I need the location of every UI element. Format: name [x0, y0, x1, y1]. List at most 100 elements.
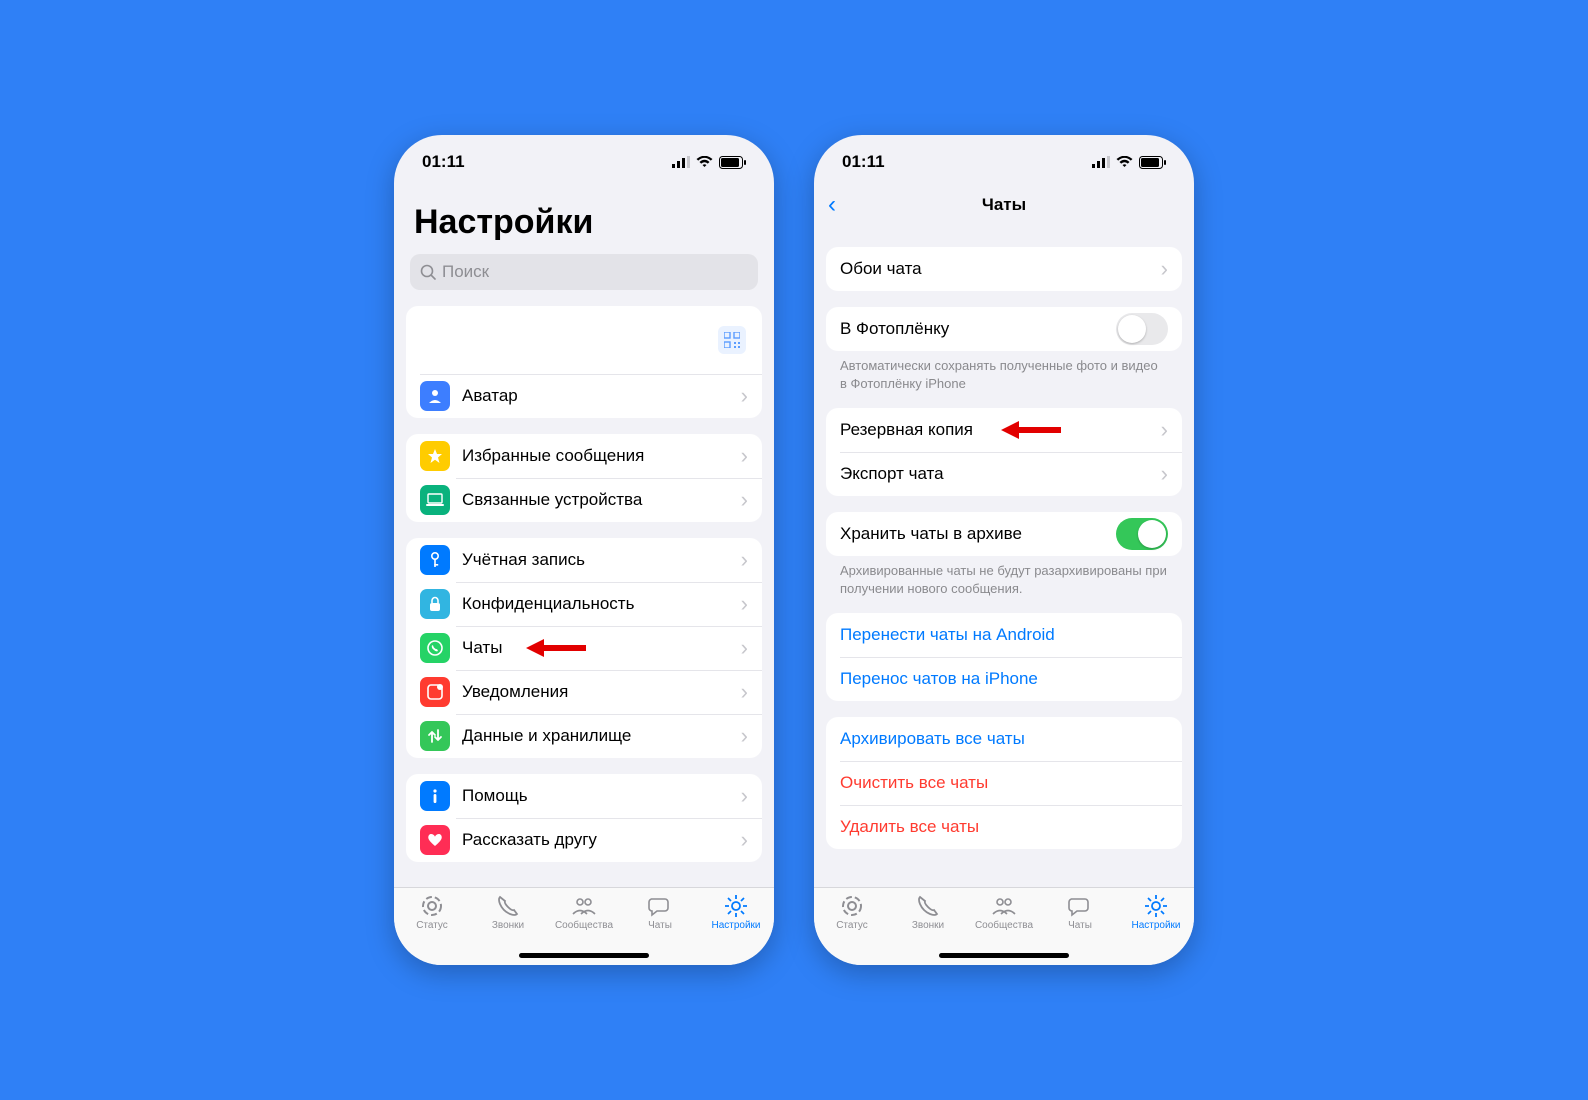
- row-avatar[interactable]: Аватар ›: [406, 374, 762, 418]
- chats-content: Обои чата › В Фотоплёнку Автоматически с…: [814, 227, 1194, 887]
- row-label: Перенос чатов на iPhone: [840, 669, 1168, 689]
- status-bar: 01:11: [394, 135, 774, 183]
- chevron-right-icon: ›: [741, 443, 748, 469]
- row-label: Архивировать все чаты: [840, 729, 1168, 749]
- group-transfer: Перенести чаты на Android Перенос чатов …: [826, 613, 1182, 701]
- info-icon: [420, 781, 450, 811]
- home-indicator: [939, 953, 1069, 958]
- group-starred: Избранные сообщения › Связанные устройст…: [406, 434, 762, 522]
- chevron-right-icon: ›: [741, 783, 748, 809]
- chevron-right-icon: ›: [1161, 417, 1168, 443]
- wifi-icon: [1116, 156, 1133, 168]
- whatsapp-icon: [420, 633, 450, 663]
- status-icons: [672, 156, 746, 169]
- row-label: Экспорт чата: [840, 464, 1161, 484]
- row-label: Чаты: [462, 638, 741, 658]
- group-destructive: Архивировать все чаты Очистить все чаты …: [826, 717, 1182, 849]
- row-tell-friend[interactable]: Рассказать другу ›: [406, 818, 762, 862]
- row-privacy[interactable]: Конфиденциальность ›: [406, 582, 762, 626]
- search-placeholder: Поиск: [442, 262, 489, 282]
- row-label: Избранные сообщения: [462, 446, 741, 466]
- chevron-right-icon: ›: [741, 487, 748, 513]
- row-profile[interactable]: [406, 306, 762, 374]
- row-label: В Фотоплёнку: [840, 319, 1116, 339]
- laptop-icon: [420, 485, 450, 515]
- group-backup: Резервная копия › Экспорт чата ›: [826, 408, 1182, 496]
- status-bar: 01:11: [814, 135, 1194, 183]
- qr-icon[interactable]: [718, 326, 746, 354]
- row-storage[interactable]: Данные и хранилище ›: [406, 714, 762, 758]
- back-button[interactable]: ‹: [828, 191, 836, 219]
- tab-settings[interactable]: Настройки: [1121, 894, 1191, 965]
- note-keep-archived: Архивированные чаты не будут разархивиро…: [814, 556, 1194, 597]
- nav-title: Чаты: [982, 195, 1026, 215]
- row-label: Данные и хранилище: [462, 726, 741, 746]
- chevron-right-icon: ›: [741, 679, 748, 705]
- group-wallpaper: Обои чата ›: [826, 247, 1182, 291]
- row-export[interactable]: Экспорт чата ›: [826, 452, 1182, 496]
- page-title: Настройки: [394, 183, 774, 246]
- row-chats[interactable]: Чаты ›: [406, 626, 762, 670]
- status-time: 01:11: [842, 152, 885, 172]
- status-ring-icon: [839, 894, 865, 918]
- tab-status[interactable]: Статус: [817, 894, 887, 965]
- group-main: Учётная запись › Конфиденциальность › Ча…: [406, 538, 762, 758]
- cellular-icon: [1092, 156, 1110, 168]
- phone-settings: 01:11 Настройки Поиск Аватар ›: [394, 135, 774, 965]
- star-icon: [420, 441, 450, 471]
- phone-icon: [915, 894, 941, 918]
- row-help[interactable]: Помощь ›: [406, 774, 762, 818]
- row-account[interactable]: Учётная запись ›: [406, 538, 762, 582]
- gear-icon: [1143, 894, 1169, 918]
- row-label: Хранить чаты в архиве: [840, 524, 1116, 544]
- people-icon: [571, 894, 597, 918]
- row-backup[interactable]: Резервная копия ›: [826, 408, 1182, 452]
- status-time: 01:11: [422, 152, 465, 172]
- chevron-right-icon: ›: [741, 591, 748, 617]
- toggle-camera-roll[interactable]: [1116, 313, 1168, 345]
- toggle-keep-archived[interactable]: [1116, 518, 1168, 550]
- chevron-right-icon: ›: [741, 827, 748, 853]
- lock-icon: [420, 589, 450, 619]
- people-icon: [991, 894, 1017, 918]
- row-label: Помощь: [462, 786, 741, 806]
- row-label: Очистить все чаты: [840, 773, 1168, 793]
- nav-header: ‹ Чаты: [814, 183, 1194, 227]
- row-label: Удалить все чаты: [840, 817, 1168, 837]
- row-linked[interactable]: Связанные устройства ›: [406, 478, 762, 522]
- row-keep-archived[interactable]: Хранить чаты в архиве: [826, 512, 1182, 556]
- wifi-icon: [696, 156, 713, 168]
- battery-icon: [719, 156, 746, 169]
- row-label: Конфиденциальность: [462, 594, 741, 614]
- row-notifications[interactable]: Уведомления ›: [406, 670, 762, 714]
- row-starred[interactable]: Избранные сообщения ›: [406, 434, 762, 478]
- row-camera-roll[interactable]: В Фотоплёнку: [826, 307, 1182, 351]
- row-move-android[interactable]: Перенести чаты на Android: [826, 613, 1182, 657]
- chats-icon: [647, 894, 673, 918]
- group-archive: Хранить чаты в архиве: [826, 512, 1182, 556]
- row-delete-all[interactable]: Удалить все чаты: [826, 805, 1182, 849]
- home-indicator: [519, 953, 649, 958]
- cellular-icon: [672, 156, 690, 168]
- battery-icon: [1139, 156, 1166, 169]
- chats-icon: [1067, 894, 1093, 918]
- row-wallpaper[interactable]: Обои чата ›: [826, 247, 1182, 291]
- key-icon: [420, 545, 450, 575]
- row-archive-all[interactable]: Архивировать все чаты: [826, 717, 1182, 761]
- chevron-right-icon: ›: [1161, 256, 1168, 282]
- row-label: Уведомления: [462, 682, 741, 702]
- status-ring-icon: [419, 894, 445, 918]
- row-clear-all[interactable]: Очистить все чаты: [826, 761, 1182, 805]
- gear-icon: [723, 894, 749, 918]
- tab-settings[interactable]: Настройки: [701, 894, 771, 965]
- avatar-icon: [420, 381, 450, 411]
- row-label: Аватар: [462, 386, 741, 406]
- search-input[interactable]: Поиск: [410, 254, 758, 290]
- row-move-iphone[interactable]: Перенос чатов на iPhone: [826, 657, 1182, 701]
- chevron-right-icon: ›: [741, 383, 748, 409]
- row-label: Перенести чаты на Android: [840, 625, 1168, 645]
- row-label: Обои чата: [840, 259, 1161, 279]
- tab-status[interactable]: Статус: [397, 894, 467, 965]
- group-camera-roll: В Фотоплёнку: [826, 307, 1182, 351]
- heart-icon: [420, 825, 450, 855]
